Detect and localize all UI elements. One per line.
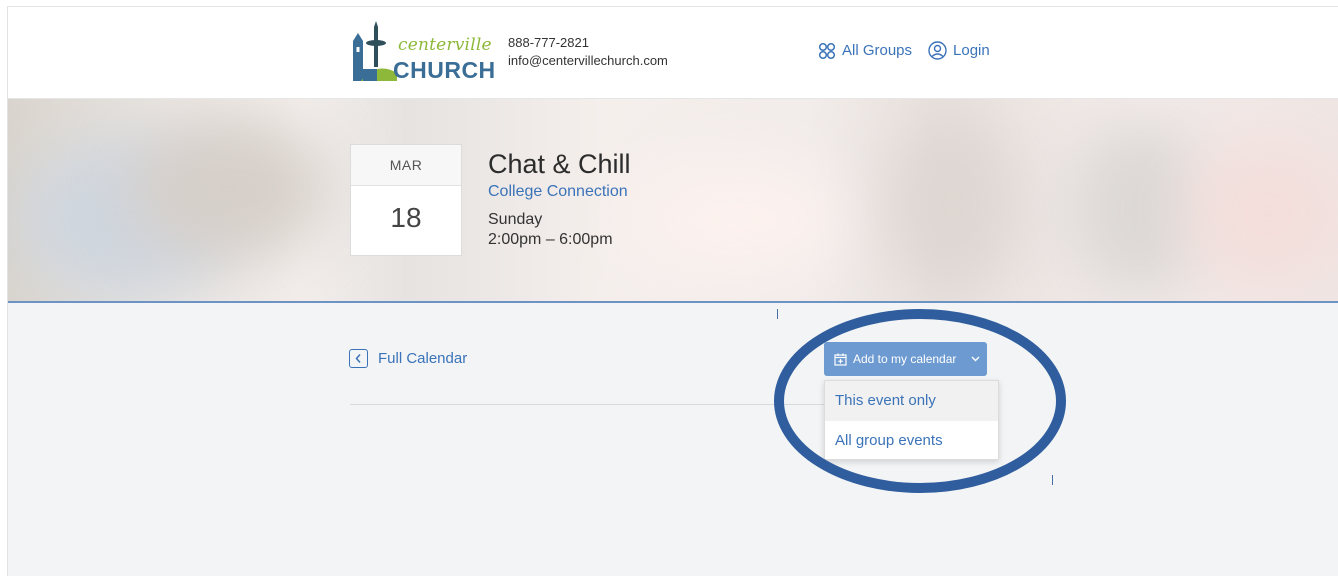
top-nav: All Groups Login	[818, 41, 990, 60]
event-group-link[interactable]: College Connection	[488, 182, 631, 202]
hero-blur-shape	[628, 159, 848, 279]
event-title: Chat & Chill	[488, 149, 631, 179]
hero-blur-shape	[128, 119, 328, 259]
contact-info: 888-777-2821 info@centervillechurch.com	[508, 34, 668, 70]
church-logo[interactable]: centerville CHURCH	[347, 21, 497, 83]
chevron-left-icon	[349, 349, 368, 368]
login-link[interactable]: Login	[928, 41, 990, 60]
hero-blur-shape	[888, 109, 1018, 299]
content-area: Full Calendar Add to my calendar This ev…	[8, 303, 1338, 576]
page-frame: centerville CHURCH 888-777-2821 info@cen…	[7, 6, 1338, 576]
email-address[interactable]: info@centervillechurch.com	[508, 52, 668, 70]
event-month: MAR	[351, 145, 461, 186]
chevron-down-icon[interactable]	[964, 356, 987, 362]
full-calendar-link[interactable]: Full Calendar	[349, 349, 467, 368]
logo-text-bottom: CHURCH	[393, 57, 496, 83]
dropdown-item-all-group-events[interactable]: All group events	[825, 421, 998, 461]
site-header: centerville CHURCH 888-777-2821 info@cen…	[8, 7, 1338, 99]
hero-banner	[8, 99, 1338, 302]
calendar-add-icon	[834, 353, 847, 366]
church-logo-icon	[353, 21, 397, 81]
groups-icon	[818, 42, 836, 59]
add-to-calendar-label: Add to my calendar	[853, 352, 957, 366]
dropdown-item-this-event[interactable]: This event only	[825, 381, 998, 421]
event-date-box: MAR 18	[350, 144, 462, 256]
add-to-calendar-button[interactable]: Add to my calendar	[824, 342, 987, 376]
event-time: 2:00pm – 6:00pm	[488, 231, 613, 248]
all-groups-label: All Groups	[842, 42, 913, 59]
login-label: Login	[953, 42, 990, 59]
logo-text-top: centerville	[398, 35, 492, 55]
phone-number[interactable]: 888-777-2821	[508, 34, 668, 52]
text-cursor-mark	[1052, 475, 1053, 485]
event-weekday: Sunday	[488, 211, 543, 228]
user-icon	[928, 41, 947, 60]
event-day-number: 18	[390, 202, 422, 233]
hero-blur-shape	[1188, 139, 1338, 289]
text-cursor-mark	[777, 309, 778, 319]
full-calendar-label: Full Calendar	[378, 350, 468, 367]
event-info: Chat & Chill College Connection Sunday 2…	[488, 147, 631, 250]
all-groups-link[interactable]: All Groups	[818, 42, 912, 60]
hero-blur-shape	[1068, 119, 1208, 299]
calendar-dropdown-menu: This event only All group events	[824, 380, 999, 460]
